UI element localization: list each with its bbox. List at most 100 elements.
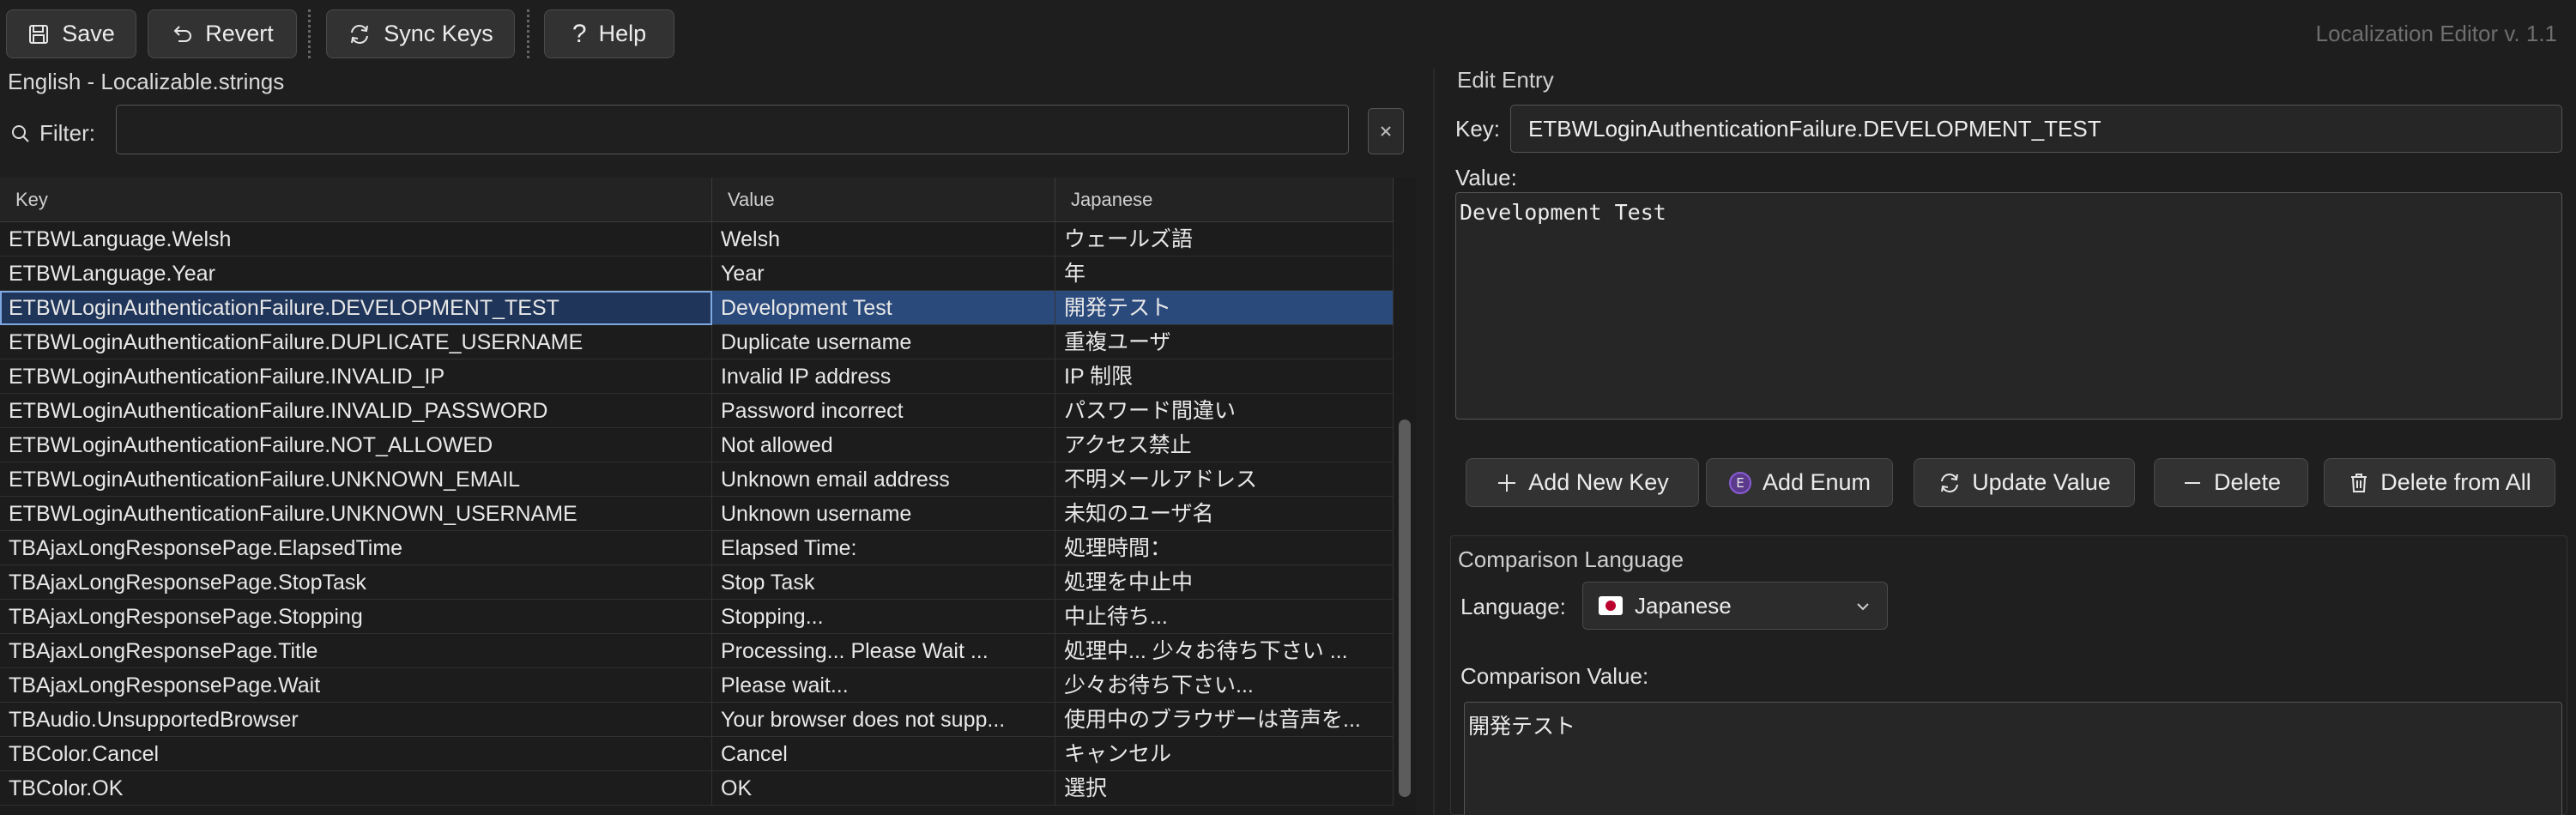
table-row[interactable]: ETBWLoginAuthenticationFailure.DUPLICATE… (0, 325, 1394, 359)
key-cell: TBColor.Cancel (0, 737, 712, 771)
split-divider[interactable] (1433, 69, 1435, 815)
japanese-cell: 不明メールアドレス (1055, 462, 1394, 497)
editor-panel: Edit Entry Key: ETBWLoginAuthenticationF… (1450, 67, 2576, 815)
trash-icon (2348, 472, 2370, 494)
revert-button[interactable]: Revert (148, 9, 297, 58)
value-cell: Year (712, 257, 1055, 291)
key-cell: TBAjaxLongResponsePage.Wait (0, 668, 712, 703)
japanese-cell: パスワード間違い (1055, 394, 1394, 428)
delete-button[interactable]: Delete (2154, 458, 2308, 507)
table-row[interactable]: ETBWLoginAuthenticationFailure.UNKNOWN_U… (0, 497, 1394, 531)
add-enum-label: Add Enum (1762, 469, 1872, 495)
svg-text:E: E (1736, 475, 1744, 491)
value-cell: Stopping... (712, 600, 1055, 634)
key-cell: ETBWLoginAuthenticationFailure.NOT_ALLOW… (0, 428, 712, 462)
value-cell: Welsh (712, 222, 1055, 257)
key-cell: ETBWLoginAuthenticationFailure.DUPLICATE… (0, 325, 712, 359)
delete-label: Delete (2213, 469, 2282, 495)
key-cell: ETBWLoginAuthenticationFailure.INVALID_I… (0, 359, 712, 394)
value-cell: Your browser does not supp... (712, 703, 1055, 737)
filter-row: Filter: (0, 105, 1416, 165)
value-cell: Stop Task (712, 565, 1055, 600)
table-row[interactable]: ETBWLanguage.Welsh Welsh ウェールズ語 (0, 222, 1394, 257)
table-row[interactable]: ETBWLoginAuthenticationFailure.NOT_ALLOW… (0, 428, 1394, 462)
table-row[interactable]: ETBWLoginAuthenticationFailure.DEVELOPME… (0, 291, 1394, 325)
add-new-key-label: Add New Key (1528, 469, 1669, 495)
toolbar-separator (308, 9, 311, 58)
scrollbar-thumb[interactable] (1399, 420, 1411, 797)
key-cell: ETBWLoginAuthenticationFailure.DEVELOPME… (0, 291, 712, 325)
strings-panel: English - Localizable.strings Filter: Ke… (0, 69, 1416, 815)
revert-label: Revert (205, 21, 274, 46)
table-row[interactable]: TBAjaxLongResponsePage.Title Processing..… (0, 634, 1394, 668)
save-button[interactable]: Save (6, 9, 136, 58)
language-select[interactable]: Japanese (1582, 582, 1888, 630)
japanese-cell: 少々お待ち下さい... (1055, 668, 1394, 703)
help-label: Help (598, 21, 647, 46)
enum-icon: E (1728, 471, 1752, 495)
update-value-button[interactable]: Update Value (1914, 458, 2135, 507)
column-header[interactable]: Value (712, 178, 1055, 222)
column-header[interactable]: Japanese (1055, 178, 1394, 222)
value-textarea[interactable]: Development Test (1455, 192, 2562, 420)
table-row[interactable]: TBColor.Cancel Cancel キャンセル (0, 737, 1394, 771)
sync-keys-label: Sync Keys (384, 21, 493, 46)
japanese-cell: 未知のユーザ名 (1055, 497, 1394, 531)
key-cell: TBAjaxLongResponsePage.StopTask (0, 565, 712, 600)
column-header[interactable]: Key (0, 178, 712, 222)
table-row[interactable]: TBColor.OK OK 選択 (0, 771, 1394, 806)
key-cell: TBAjaxLongResponsePage.Stopping (0, 600, 712, 634)
table-row[interactable]: ETBWLoginAuthenticationFailure.UNKNOWN_E… (0, 462, 1394, 497)
key-cell: TBColor.OK (0, 771, 712, 806)
update-value-label: Update Value (1972, 469, 2111, 495)
close-icon (1379, 124, 1393, 138)
panel-title: English - Localizable.strings (8, 69, 285, 94)
key-cell: ETBWLanguage.Welsh (0, 222, 712, 257)
japanese-cell: 選択 (1055, 771, 1394, 806)
key-cell: ETBWLoginAuthenticationFailure.INVALID_P… (0, 394, 712, 428)
japanese-cell: ウェールズ語 (1055, 222, 1394, 257)
refresh-icon (1938, 471, 1962, 495)
table-row[interactable]: ETBWLanguage.Year Year 年 (0, 257, 1394, 291)
japan-flag-icon (1599, 596, 1623, 615)
value-cell: Password incorrect (712, 394, 1055, 428)
japanese-cell: 処理中... 少々お待ち下さい ... (1055, 634, 1394, 668)
toolbar: Save Revert Sync Keys ? Help Localizatio… (0, 0, 2576, 69)
vertical-scrollbar[interactable] (1394, 222, 1416, 815)
value-cell: Invalid IP address (712, 359, 1055, 394)
key-field[interactable]: ETBWLoginAuthenticationFailure.DEVELOPME… (1510, 105, 2562, 153)
delete-from-all-label: Delete from All (2380, 469, 2531, 495)
help-button[interactable]: ? Help (544, 9, 674, 58)
table-row[interactable]: TBAjaxLongResponsePage.Stopping Stopping.… (0, 600, 1394, 634)
japanese-cell: 開発テスト (1055, 291, 1394, 325)
table-row[interactable]: TBAjaxLongResponsePage.Wait Please wait..… (0, 668, 1394, 703)
value-label: Value: (1455, 165, 1517, 190)
chevron-down-icon (1854, 598, 1872, 615)
japanese-cell: 処理を中止中 (1055, 565, 1394, 600)
undo-icon (171, 23, 193, 45)
table-row[interactable]: ETBWLoginAuthenticationFailure.INVALID_P… (0, 394, 1394, 428)
minus-icon (2181, 472, 2204, 494)
delete-from-all-button[interactable]: Delete from All (2324, 458, 2555, 507)
table-header: Key Value Japanese (0, 178, 1394, 222)
filter-input[interactable] (116, 105, 1349, 154)
edit-entry-title: Edit Entry (1457, 67, 1554, 93)
japanese-cell: 使用中のブラウザーは音声を... (1055, 703, 1394, 737)
value-cell: Not allowed (712, 428, 1055, 462)
sync-keys-button[interactable]: Sync Keys (326, 9, 515, 58)
value-cell: Processing... Please Wait ... (712, 634, 1055, 668)
edit-entry-group: Edit Entry Key: ETBWLoginAuthenticationF… (1450, 67, 2567, 521)
comparison-value-label: Comparison Value: (1460, 663, 1649, 689)
key-label: Key: (1455, 116, 1501, 142)
plus-icon (1496, 472, 1518, 494)
table-row[interactable]: TBAjaxLongResponsePage.StopTask Stop Task… (0, 565, 1394, 600)
table-row[interactable]: TBAudio.UnsupportedBrowser Your browser d… (0, 703, 1394, 737)
japanese-cell: 処理時間： (1055, 531, 1394, 565)
add-new-key-button[interactable]: Add New Key (1466, 458, 1699, 507)
table-row[interactable]: TBAjaxLongResponsePage.ElapsedTime Elapse… (0, 531, 1394, 565)
table-row[interactable]: ETBWLoginAuthenticationFailure.INVALID_I… (0, 359, 1394, 394)
filter-label-group: Filter: (10, 120, 95, 147)
add-enum-button[interactable]: E Add Enum (1706, 458, 1893, 507)
key-cell: ETBWLoginAuthenticationFailure.UNKNOWN_U… (0, 497, 712, 531)
clear-filter-button[interactable] (1368, 108, 1404, 154)
